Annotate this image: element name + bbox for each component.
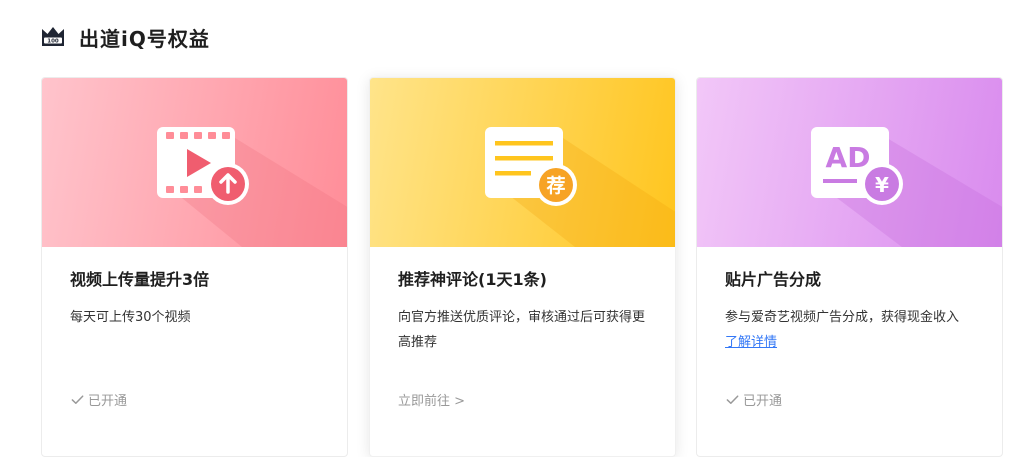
- badge-text: 荐: [545, 175, 565, 197]
- status-text: 已开通: [88, 394, 128, 409]
- section-title: 出道iQ号权益: [79, 26, 210, 51]
- svg-text:100: 100: [47, 39, 59, 45]
- status-text: 已开通: [743, 394, 783, 409]
- benefit-card-comment[interactable]: 荐 推荐神评论(1天1条) 向官方推送优质评论，审核通过后可获得更高推荐 立即前…: [369, 77, 676, 457]
- card-banner: 荐: [370, 78, 675, 247]
- ad-text: AD: [826, 141, 871, 174]
- card-title: 贴片广告分成: [725, 270, 822, 289]
- benefit-card-ad-share: AD ¥ 贴片广告分成 参与爱奇艺视频广告分成，获得现金收入 了解详情 已开通: [696, 77, 1003, 457]
- crown-100-icon: 100: [42, 27, 64, 46]
- recommend-comment-icon: 荐: [485, 127, 675, 247]
- card-description: 参与爱奇艺视频广告分成，获得现金收入 了解详情: [725, 305, 975, 355]
- card-description: 向官方推送优质评论，审核通过后可获得更高推荐: [398, 310, 646, 350]
- check-icon: [726, 395, 739, 404]
- check-icon: [71, 395, 84, 404]
- go-now-link[interactable]: 立即前往 >: [398, 390, 465, 409]
- card-banner: AD ¥: [697, 78, 1002, 247]
- card-title: 视频上传量提升3倍: [70, 270, 210, 289]
- status-enabled: 已开通: [725, 390, 782, 409]
- ad-revenue-icon: AD ¥: [811, 127, 1002, 247]
- section-header: 100 出道iQ号权益: [41, 22, 210, 52]
- card-title: 推荐神评论(1天1条): [398, 270, 547, 289]
- video-upload-icon: [157, 127, 347, 247]
- status-enabled: 已开通: [70, 390, 127, 409]
- benefit-card-upload: 视频上传量提升3倍 每天可上传30个视频 已开通: [41, 77, 348, 457]
- desc-text: 参与爱奇艺视频广告分成，获得现金收入: [725, 310, 960, 325]
- currency-text: ¥: [875, 173, 889, 197]
- card-banner: [42, 78, 347, 247]
- learn-more-link[interactable]: 了解详情: [725, 335, 777, 350]
- card-description: 每天可上传30个视频: [70, 310, 191, 325]
